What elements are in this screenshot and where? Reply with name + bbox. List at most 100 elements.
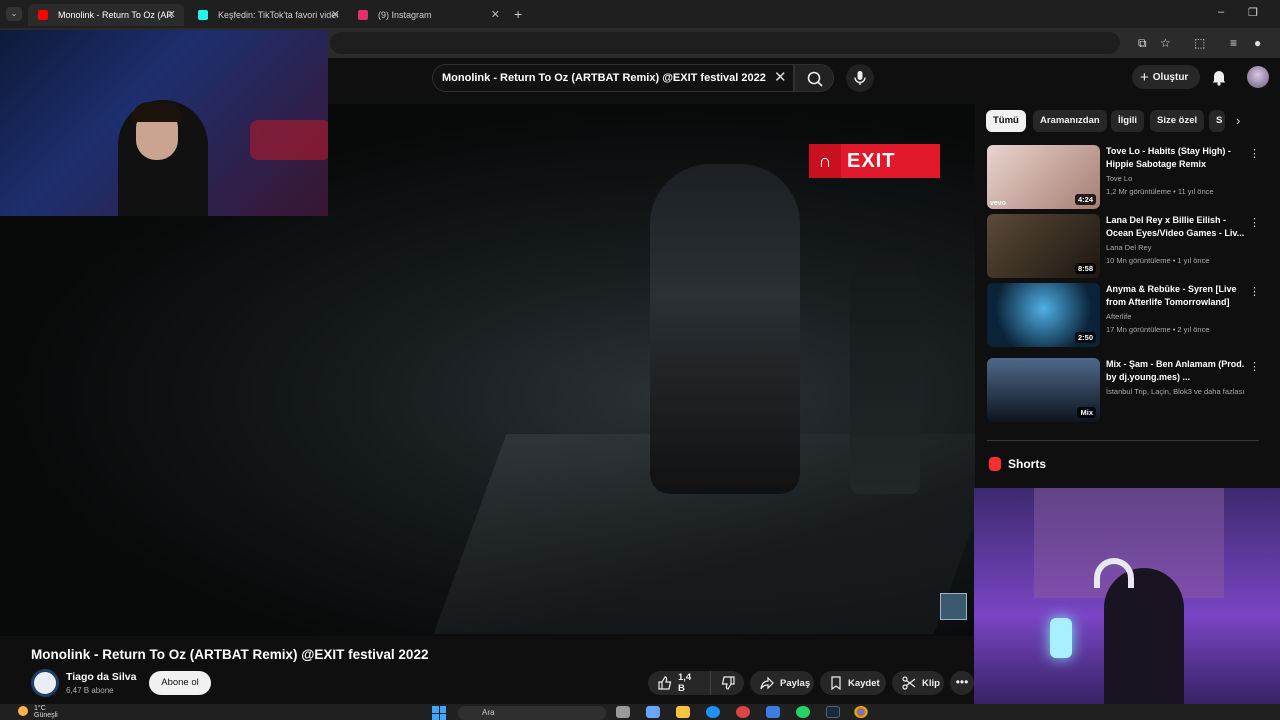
temperature: 1°C <box>34 705 46 712</box>
app-icon[interactable] <box>736 706 750 718</box>
recommendation-meta: 10 Mn görüntüleme • 1 yıl önce <box>1106 256 1210 265</box>
bookmark-star-icon[interactable]: ☆ <box>1160 36 1171 50</box>
profile-icon[interactable]: ● <box>1254 36 1261 50</box>
install-app-icon[interactable]: ⧉ <box>1138 36 1147 51</box>
taskbar-search[interactable]: Ara <box>458 706 606 720</box>
thumbs-down-icon <box>721 676 735 690</box>
like-button[interactable]: 1,4 B <box>648 671 710 695</box>
tab-title: Monolink - Return To Oz (ARTBAT <box>58 10 174 20</box>
create-label: Oluştur <box>1152 71 1189 83</box>
recommendation-channel[interactable]: Afterlife <box>1106 312 1131 321</box>
bell-icon <box>1212 71 1226 86</box>
windows-start-icon[interactable] <box>432 706 446 720</box>
windows-taskbar <box>0 704 1280 720</box>
exit-festival-logo: ∩ EXIT <box>809 144 940 178</box>
performer-figure <box>650 164 800 494</box>
lamp-light <box>1050 618 1072 658</box>
more-options-icon[interactable]: ⋮ <box>1249 285 1260 298</box>
clear-search-icon[interactable]: ✕ <box>774 68 787 86</box>
chip-partial[interactable]: S <box>1209 110 1225 132</box>
search-button[interactable] <box>794 64 834 92</box>
recommendation-title[interactable]: Mix - Şam - Ben Anlamam (Prod. by dj.you… <box>1106 358 1246 384</box>
minimize-icon[interactable]: – <box>1218 6 1224 18</box>
store-icon[interactable] <box>766 706 780 718</box>
more-options-icon[interactable]: ⋮ <box>1249 147 1260 160</box>
chip-from-search[interactable]: Aramanızdan <box>1033 110 1107 132</box>
task-view-icon[interactable] <box>616 706 630 718</box>
steam-icon[interactable] <box>826 706 840 718</box>
notifications-button[interactable] <box>1211 68 1227 91</box>
red-light <box>250 120 328 160</box>
clip-button[interactable]: Klip <box>892 671 944 695</box>
recommendation-item[interactable]: 2:50 Anyma & Rebūke - Syren [Live from A… <box>987 283 1260 349</box>
widgets-icon[interactable] <box>646 706 660 718</box>
close-tab-icon[interactable]: ✕ <box>491 8 500 21</box>
section-divider <box>987 440 1259 441</box>
tab-youtube[interactable]: Monolink - Return To Oz (ARTBAT ✕ <box>28 4 184 26</box>
create-button[interactable]: + Oluştur <box>1132 65 1200 89</box>
chrome-icon[interactable] <box>854 706 868 718</box>
video-title: Monolink - Return To Oz (ARTBAT Remix) @… <box>31 647 429 662</box>
extensions-icon[interactable]: ⬚ <box>1194 36 1205 50</box>
guest-webcam <box>974 488 1280 720</box>
more-options-icon[interactable]: ⋮ <box>1249 360 1260 373</box>
duration-badge: Mix <box>1077 407 1096 418</box>
video-thumbnail[interactable]: 2:50 <box>987 283 1100 347</box>
clip-label: Klip <box>922 677 940 689</box>
recommendation-title[interactable]: Anyma & Rebūke - Syren [Live from Afterl… <box>1106 283 1246 309</box>
video-thumbnail[interactable]: 8:58 <box>987 214 1100 278</box>
media-control-icon[interactable]: ≡ <box>1230 36 1237 50</box>
chip-for-you[interactable]: Size özel <box>1150 110 1205 132</box>
chevron-right-icon[interactable]: › <box>1236 113 1240 128</box>
channel-avatar[interactable] <box>31 669 59 697</box>
recommendation-channel[interactable]: Tove Lo <box>1106 174 1132 183</box>
recommendation-channel[interactable]: İstanbul Trip, Laçin, Blok3 ve daha fazl… <box>1106 387 1244 396</box>
edge-icon[interactable] <box>706 706 720 718</box>
shorts-heading[interactable]: Shorts <box>1008 457 1046 471</box>
recommendation-title[interactable]: Tove Lo - Habits (Stay High) - Hippie Sa… <box>1106 145 1246 171</box>
background-figure <box>850 254 920 494</box>
address-bar[interactable] <box>330 32 1120 54</box>
new-tab-button[interactable]: + <box>514 6 522 22</box>
recommendation-item[interactable]: 8:58 Lana Del Rey x Billie Eilish - Ocea… <box>987 214 1260 280</box>
chip-all[interactable]: Tümü <box>986 110 1026 132</box>
recommendation-item[interactable]: vevo 4:24 Tove Lo - Habits (Stay High) -… <box>987 145 1260 211</box>
subscribe-button[interactable]: Abone ol <box>149 671 211 695</box>
dislike-button[interactable] <box>710 671 744 695</box>
recommendation-channel[interactable]: Lana Del Rey <box>1106 243 1151 252</box>
tab-tiktok[interactable]: Keşfedin: TikTok'ta favori videol ✕ <box>188 4 348 26</box>
video-thumbnail[interactable]: Mix <box>987 358 1100 422</box>
recommendation-meta: 1,2 Mr görüntüleme • 11 yıl önce <box>1106 187 1214 196</box>
maximize-icon[interactable]: ❐ <box>1248 6 1258 19</box>
weather-widget[interactable]: 1°C Güneşli <box>34 705 58 719</box>
file-explorer-icon[interactable] <box>676 706 690 718</box>
account-avatar[interactable] <box>1247 66 1269 88</box>
channel-watermark[interactable] <box>940 593 967 620</box>
voice-search-button[interactable] <box>846 64 874 92</box>
share-button[interactable]: Paylaş <box>750 671 814 695</box>
tab-title: Keşfedin: TikTok'ta favori videol <box>218 10 338 20</box>
share-icon <box>760 676 774 690</box>
vevo-badge: vevo <box>990 200 1006 207</box>
recommendation-title[interactable]: Lana Del Rey x Billie Eilish - Ocean Eye… <box>1106 214 1246 240</box>
thumbs-up-icon <box>658 676 672 690</box>
close-tab-icon[interactable]: ✕ <box>331 8 340 21</box>
search-input[interactable]: Monolink - Return To Oz (ARTBAT Remix) @… <box>432 64 794 92</box>
weather-icon[interactable] <box>18 706 28 716</box>
channel-name[interactable]: Tiago da Silva <box>66 671 136 683</box>
save-button[interactable]: Kaydet <box>820 671 886 695</box>
more-options-icon[interactable]: ⋮ <box>1249 216 1260 229</box>
tab-instagram[interactable]: (9) Instagram ✕ <box>348 4 508 26</box>
more-actions-button[interactable]: ••• <box>950 671 974 695</box>
instagram-favicon-icon <box>358 10 368 20</box>
search-icon <box>807 71 823 87</box>
like-count: 1,4 B <box>678 672 692 694</box>
video-thumbnail[interactable]: vevo 4:24 <box>987 145 1100 209</box>
whatsapp-icon[interactable] <box>796 706 810 718</box>
close-tab-icon[interactable]: ✕ <box>167 8 176 21</box>
duration-badge: 4:24 <box>1074 194 1096 205</box>
save-label: Kaydet <box>848 677 880 689</box>
chip-related[interactable]: İlgili <box>1111 110 1144 132</box>
tab-list-button[interactable]: ⌄ <box>6 7 22 21</box>
recommendation-item[interactable]: Mix Mix - Şam - Ben Anlamam (Prod. by dj… <box>987 358 1260 424</box>
